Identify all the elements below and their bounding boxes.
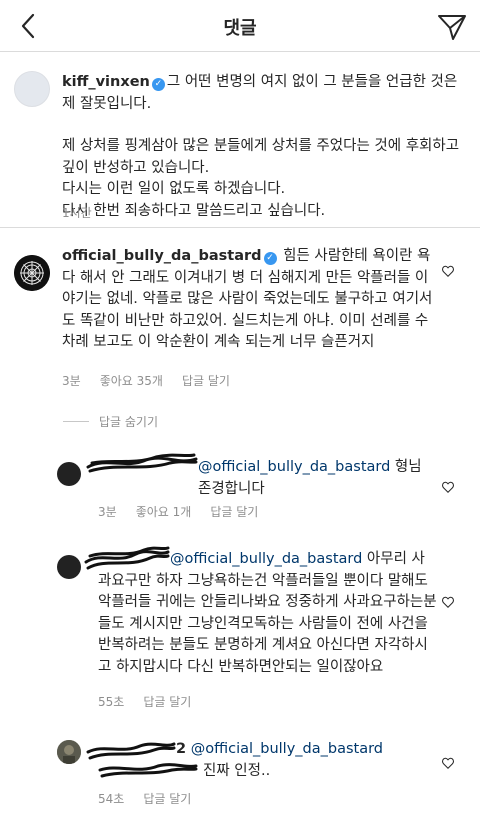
avatar[interactable]	[57, 462, 81, 486]
reply-meta: 54초 답글 달기	[98, 790, 210, 807]
reply-button[interactable]: 답글 달기	[143, 695, 191, 709]
reply-text: @official_bully_da_bastard 형님 존경합니다	[198, 457, 438, 500]
comment-timestamp: 3분	[62, 374, 81, 388]
comment-text: official_bully_da_bastard ✓ 힘든 사람한테 욕이란 욕…	[62, 246, 434, 354]
caption-text: kiff_vinxen ✓ 그 어떤 변명의 여지 없이 그 분들을 언급한 것은 …	[62, 72, 472, 115]
redaction-scribble	[86, 453, 198, 473]
comment-username[interactable]: official_bully_da_bastard	[62, 248, 262, 264]
reply-mention[interactable]: @official_bully_da_bastard	[170, 551, 362, 567]
caption-line: 다시 한번 죄송하다고 말씀드리고 싶습니다.	[62, 203, 326, 219]
hide-replies-label: 답글 숨기기	[99, 415, 159, 429]
caption-line: 제 상처를 핑계삼아 많은 분들에게 상처를 주었다는 것에 후회하고 깊이 반…	[62, 138, 460, 176]
reply-body: 아무리 사과요구만 하자 그냥욕하는건 악플러들일 뿐이다 말해도 악플러들 귀…	[98, 551, 437, 675]
comment-meta: 3분 좋아요 35개 답글 달기	[62, 372, 249, 389]
reply-timestamp: 55초	[98, 695, 125, 709]
like-heart-icon[interactable]	[441, 595, 455, 609]
caption-timestamp: 1시간	[62, 206, 92, 220]
reply-button[interactable]: 답글 달기	[210, 505, 258, 519]
divider	[63, 421, 89, 422]
reply-text: 2 @official_bully_da_bastard	[176, 739, 438, 761]
hide-replies-toggle[interactable]: 답글 숨기기	[63, 413, 158, 430]
avatar[interactable]	[14, 71, 50, 107]
like-heart-icon[interactable]	[441, 756, 455, 770]
profile-photo-icon	[57, 740, 81, 764]
spiderweb-logo-icon	[14, 255, 50, 291]
reply-meta: 55초 답글 달기	[98, 693, 210, 710]
avatar[interactable]	[57, 740, 81, 764]
verified-badge-icon: ✓	[263, 252, 277, 265]
reply-mention[interactable]: @official_bully_da_bastard	[191, 741, 383, 757]
direct-share-icon[interactable]	[436, 11, 468, 43]
reply-likes-count[interactable]: 좋아요 1개	[136, 505, 192, 519]
comment-likes-count[interactable]: 좋아요 35개	[100, 374, 163, 388]
like-heart-icon[interactable]	[441, 480, 455, 494]
reply-username-suffix[interactable]: 2	[176, 741, 186, 757]
redaction-scribble	[98, 763, 198, 778]
avatar[interactable]	[14, 255, 50, 291]
reply-button[interactable]: 답글 달기	[143, 792, 191, 806]
avatar[interactable]	[57, 555, 81, 579]
reply-button[interactable]: 답글 달기	[182, 374, 230, 388]
caption-username[interactable]: kiff_vinxen	[62, 74, 150, 90]
reply-timestamp: 3분	[98, 505, 117, 519]
reply-meta: 3분 좋아요 1개 답글 달기	[98, 503, 277, 520]
top-bar: 댓글	[0, 0, 480, 52]
post-caption: kiff_vinxen ✓ 그 어떤 변명의 여지 없이 그 분들을 언급한 것은 …	[0, 52, 480, 228]
reply-timestamp: 54초	[98, 792, 125, 806]
page-title: 댓글	[223, 18, 257, 39]
reply-mention[interactable]: @official_bully_da_bastard	[198, 459, 390, 475]
verified-badge-icon: ✓	[151, 78, 165, 91]
caption-line: 다시는 이런 일이 없도록 하겠습니다.	[62, 181, 286, 197]
reply-text: @official_bully_da_bastard 아무리 사과요구만 하자 …	[98, 549, 438, 678]
like-heart-icon[interactable]	[441, 264, 455, 278]
reply-body: 진짜 인정..	[203, 763, 271, 779]
